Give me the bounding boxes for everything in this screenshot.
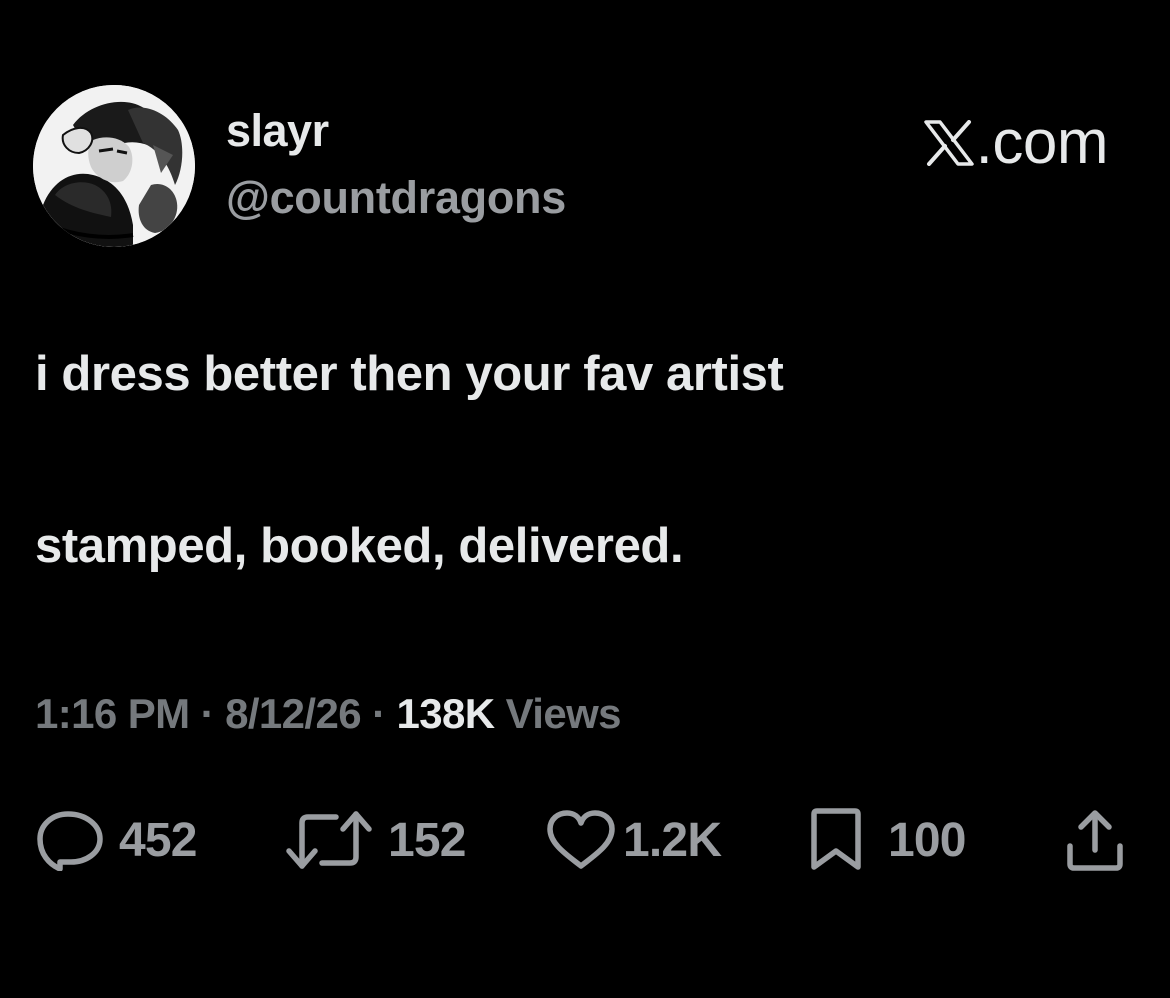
action-bar: 452 152 1.2K 100 — [0, 805, 1170, 875]
x-logo-icon — [923, 120, 974, 166]
views-label: Views — [505, 690, 622, 737]
reply-count: 452 — [119, 813, 197, 867]
tweet-date[interactable]: 8/12/26 — [225, 690, 362, 737]
user-handle[interactable]: @countdragons — [226, 175, 566, 220]
bookmark-count: 100 — [888, 813, 966, 867]
views-count: 138K — [396, 690, 496, 737]
share-button[interactable] — [1064, 805, 1126, 875]
brand-watermark: .com — [923, 108, 1109, 177]
retweet-icon — [286, 811, 372, 869]
tweet-text-line-1: i dress better then your fav artist — [35, 347, 784, 401]
bookmark-icon — [811, 808, 861, 870]
brand-text: .com — [975, 108, 1109, 177]
bookmark-button[interactable]: 100 — [806, 805, 966, 875]
reply-icon — [37, 811, 103, 871]
share-icon — [1067, 810, 1123, 871]
tweet-text-line-2: stamped, booked, delivered. — [35, 519, 684, 573]
heart-icon — [547, 810, 615, 869]
tweet-time[interactable]: 1:16 PM — [35, 690, 190, 737]
tweet-meta: 1:16 PM · 8/12/26 · 138K Views — [35, 690, 622, 737]
display-name[interactable]: slayr — [226, 108, 329, 153]
like-count: 1.2K — [623, 813, 722, 867]
retweet-count: 152 — [388, 813, 466, 867]
meta-separator: · — [189, 690, 226, 737]
avatar[interactable] — [33, 85, 195, 247]
like-button[interactable]: 1.2K — [545, 805, 722, 875]
reply-button[interactable]: 452 — [35, 805, 197, 875]
retweet-button[interactable]: 152 — [284, 805, 466, 875]
meta-separator: · — [361, 690, 397, 737]
